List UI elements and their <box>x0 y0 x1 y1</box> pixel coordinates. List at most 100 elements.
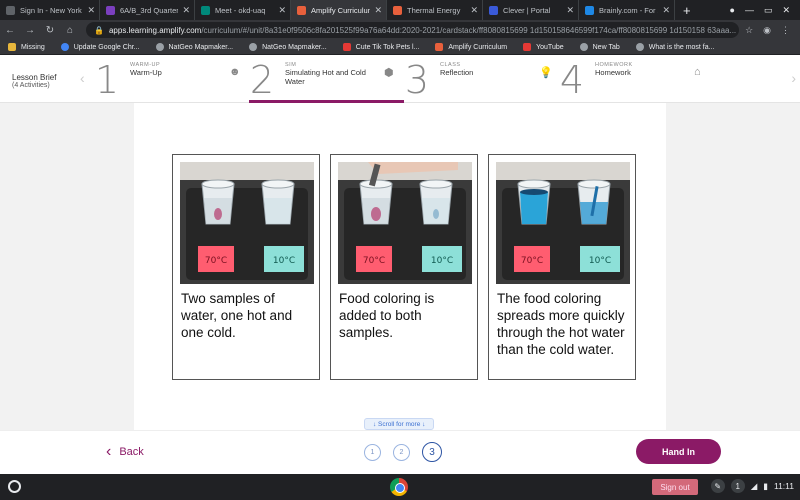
tab-title: Amplify Curriculum <box>311 5 371 15</box>
tab-favicon-icon <box>201 5 210 15</box>
tab-search-icon[interactable]: ● <box>730 5 735 15</box>
prev-activity-chevron-icon[interactable]: ‹ <box>80 56 94 102</box>
sign-out-button[interactable]: Sign out <box>652 479 698 495</box>
close-tab-icon[interactable]: ✕ <box>470 5 478 16</box>
tab-favicon-icon <box>585 5 594 15</box>
hot-temp-label: 70°C <box>363 256 385 266</box>
minimize-icon[interactable]: — <box>745 5 754 15</box>
bookmark-item[interactable]: Cute Tik Tok Pets l... <box>342 43 419 51</box>
close-tab-icon[interactable]: ✕ <box>87 5 95 16</box>
menu-icon[interactable]: ⋮ <box>781 25 790 36</box>
launcher-icon[interactable] <box>8 480 21 493</box>
bookmark-item[interactable]: Amplify Curriculum <box>435 43 507 51</box>
bookmark-item[interactable]: What is the most fa... <box>635 43 715 51</box>
step-name: Reflection <box>440 68 474 77</box>
browser-tab[interactable]: Meet - okd-uaq ✕ <box>195 0 291 20</box>
next-activity-chevron-icon[interactable]: › <box>791 70 796 86</box>
url-host: apps.learning.amplify.com <box>108 25 202 35</box>
cold-temp-label: 10°C <box>273 256 295 266</box>
tab-title: Thermal Energy <box>407 5 461 15</box>
back-arrow-icon[interactable]: ← <box>0 25 20 36</box>
status-tray[interactable]: ✎ 1 ◢ ▮ 11:11 <box>710 479 794 493</box>
card-caption: The food coloring spreads more quickly t… <box>497 291 625 357</box>
tab-title: Sign In - New York C <box>20 5 84 15</box>
browser-tab-active[interactable]: Amplify Curriculum ✕ <box>291 0 387 20</box>
folder-icon <box>8 43 16 51</box>
extensions-icon[interactable]: ◉ <box>763 25 771 36</box>
card-caption: Two samples of water, one hot and one co… <box>181 291 293 340</box>
browser-tab[interactable]: Thermal Energy ✕ <box>387 0 483 20</box>
cold-temp-label: 10°C <box>431 256 453 266</box>
browser-tab[interactable]: Brainly.com - For stu ✕ <box>579 0 675 20</box>
step-number: 2 <box>249 58 275 102</box>
cold-temp-label: 10°C <box>589 256 611 266</box>
pen-icon[interactable]: ✎ <box>710 479 725 493</box>
youtube-icon <box>523 43 532 51</box>
tab-favicon-icon <box>106 5 115 15</box>
star-icon[interactable]: ☆ <box>745 25 753 36</box>
close-tab-icon[interactable]: ✕ <box>182 5 190 16</box>
chrome-icon[interactable] <box>390 478 408 496</box>
close-tab-icon[interactable]: ✕ <box>374 5 382 16</box>
close-tab-icon[interactable]: ✕ <box>278 5 286 16</box>
browser-tab[interactable]: Sign In - New York C ✕ <box>0 0 100 20</box>
forward-arrow-icon[interactable]: → <box>20 25 40 36</box>
image-card: 70°C 10°C Food coloring is added to both… <box>330 154 478 380</box>
browser-tab[interactable]: 6A/B_3rd Quarter-S ✕ <box>100 0 195 20</box>
head-icon: ☻ <box>229 66 241 78</box>
photo-hot-cold-water: 70°C 10°C <box>180 162 314 284</box>
step-number: 4 <box>559 58 585 102</box>
tab-title: Brainly.com - For stu <box>599 5 658 15</box>
activity-step-2[interactable]: 2 SIM Simulating Hot and Cold Water ⬢ <box>249 56 404 103</box>
lesson-brief[interactable]: Lesson Brief (4 Activities) <box>0 56 80 102</box>
hot-temp-label: 70°C <box>521 256 543 266</box>
notification-count-badge[interactable]: 1 <box>730 479 745 493</box>
close-tab-icon[interactable]: ✕ <box>662 5 670 16</box>
activity-panel: 70°C 10°C Two samples of water, one hot … <box>134 103 666 430</box>
bottom-navigation: ‹ Back 1 2 3 Hand In <box>0 430 800 474</box>
close-tab-icon[interactable]: ✕ <box>566 5 574 16</box>
youtube-icon <box>342 43 351 51</box>
activity-step-3[interactable]: 3 CLASS Reflection 💡 <box>404 56 559 103</box>
back-label: Back <box>119 446 144 458</box>
wifi-icon: ◢ <box>750 480 758 491</box>
bookmark-item[interactable]: NatGeo Mapmaker... <box>155 43 233 51</box>
tab-favicon-icon <box>489 5 498 15</box>
bookmark-label: YouTube <box>536 43 564 51</box>
step-name: Warm-Up <box>130 68 162 77</box>
clock: 11:11 <box>773 481 794 491</box>
page-2-button[interactable]: 2 <box>393 443 410 461</box>
tab-title: Meet - okd-uaq <box>215 5 266 15</box>
os-shelf: Sign out ✎ 1 ◢ ▮ 11:11 <box>0 474 800 500</box>
bookmark-item[interactable]: YouTube <box>523 43 564 51</box>
battery-icon: ▮ <box>763 480 768 491</box>
url-field[interactable]: 🔒 apps.learning.amplify.com /curriculum/… <box>86 22 740 38</box>
maximize-icon[interactable]: ▭ <box>764 5 773 16</box>
content-area: 70°C 10°C Two samples of water, one hot … <box>0 103 800 430</box>
bookmark-item[interactable]: New Tab <box>579 43 620 51</box>
back-button[interactable]: ‹ Back <box>106 443 144 461</box>
image-card: 70°C 10°C Two samples of water, one hot … <box>172 154 320 380</box>
page-1-button[interactable]: 1 <box>364 443 381 461</box>
close-window-icon[interactable]: ✕ <box>782 5 790 16</box>
globe-icon <box>155 43 164 51</box>
chevron-left-icon: ‹ <box>106 443 112 460</box>
hand-in-button[interactable]: Hand In <box>636 439 721 464</box>
home-icon[interactable]: ⌂ <box>60 25 80 36</box>
bookmark-item[interactable]: NatGeo Mapmaker... <box>249 43 327 51</box>
bookmark-label: Update Google Chr... <box>73 43 140 51</box>
globe-icon <box>635 43 644 51</box>
reload-icon[interactable]: ↻ <box>40 25 60 36</box>
bookmark-label: What is the most fa... <box>648 43 715 51</box>
bookmark-item[interactable]: Update Google Chr... <box>60 43 140 51</box>
bookmark-label: Amplify Curriculum <box>448 43 508 51</box>
tab-favicon-icon <box>297 5 306 15</box>
step-name: Simulating Hot and Cold Water <box>285 68 366 86</box>
scroll-for-more-button[interactable]: ↓ Scroll for more ↓ <box>364 418 435 430</box>
new-tab-plus-icon[interactable]: + <box>675 3 699 18</box>
activity-step-1[interactable]: 1 WARM-UP Warm-Up ☻ <box>94 56 249 103</box>
browser-tab[interactable]: Clever | Portal ✕ <box>483 0 579 20</box>
page-3-button[interactable]: 3 <box>422 442 442 462</box>
bookmark-item[interactable]: Missing <box>8 43 45 51</box>
activity-step-4[interactable]: 4 HOMEWORK Homework ⌂ <box>559 56 714 103</box>
